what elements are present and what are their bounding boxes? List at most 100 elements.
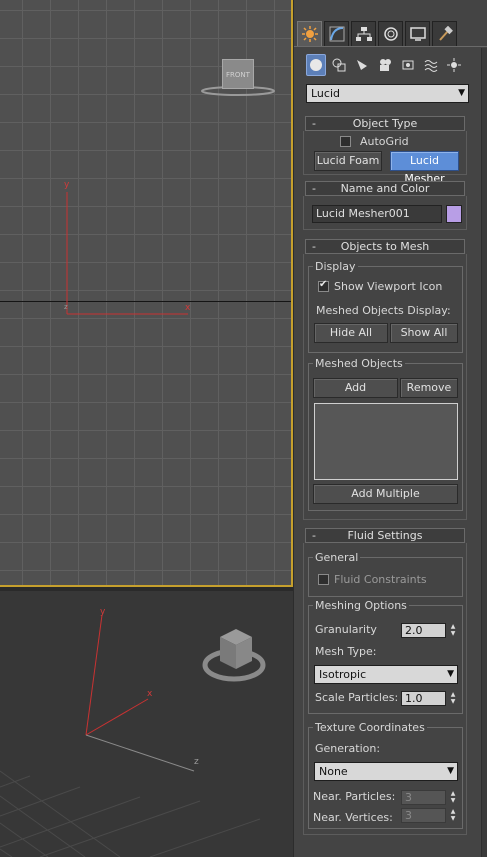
collapse-icon: -: [312, 529, 316, 542]
perspective-viewport[interactable]: y x z: [0, 591, 293, 857]
viewcube-ring-icon: [202, 629, 266, 682]
mesh-type-label: Mesh Type:: [315, 645, 377, 658]
display-tab[interactable]: [405, 21, 430, 46]
near-vertices-spinner-arrows-icon[interactable]: ▲ ▼: [449, 808, 457, 823]
front-viewport[interactable]: y x z FRONT: [0, 0, 293, 587]
object-name-field[interactable]: Lucid Mesher001: [312, 205, 442, 223]
meshed-objects-display-label: Meshed Objects Display:: [316, 304, 451, 317]
texture-coordinates-group-title: Texture Coordinates: [313, 721, 427, 734]
lucid-foam-button[interactable]: Lucid Foam: [314, 151, 382, 171]
near-vertices-label: Near. Vertices:: [313, 811, 393, 824]
collapse-icon: -: [312, 117, 316, 130]
command-panel: Lucid ▼ - Object Type AutoGrid Lucid Foa…: [293, 0, 487, 857]
utilities-tab[interactable]: [432, 21, 457, 46]
near-vertices-spinner[interactable]: 3: [401, 808, 446, 823]
near-particles-spinner-arrows-icon[interactable]: ▲ ▼: [449, 790, 457, 805]
persp-axis-x-label: x: [147, 689, 153, 699]
tabs-divider: [294, 46, 487, 47]
shapes-icon: [332, 58, 346, 72]
granularity-spinner-arrows-icon[interactable]: ▲ ▼: [449, 623, 457, 638]
mesh-type-select[interactable]: Isotropic ▼: [314, 665, 458, 684]
panel-scrollbar[interactable]: [481, 48, 487, 857]
name-color-title: Name and Color: [340, 182, 430, 195]
viewcube-face[interactable]: FRONT: [222, 59, 254, 89]
space-warps-subtab[interactable]: [421, 54, 441, 76]
near-particles-label: Near. Particles:: [313, 790, 396, 803]
cameras-icon: [380, 59, 391, 71]
fluid-settings-title: Fluid Settings: [347, 529, 423, 542]
viewcube[interactable]: FRONT: [200, 58, 276, 98]
general-group-title: General: [313, 551, 361, 564]
generation-select[interactable]: None ▼: [314, 762, 458, 781]
scale-particles-spinner[interactable]: 1.0: [401, 691, 446, 706]
scale-particles-spinner-arrows-icon[interactable]: ▲ ▼: [449, 691, 457, 706]
create-subtabs: [306, 54, 464, 76]
object-type-rollout-header[interactable]: - Object Type: [305, 116, 465, 131]
lights-subtab[interactable]: [352, 54, 372, 76]
mesh-type-value: Isotropic: [319, 668, 367, 681]
remove-button[interactable]: Remove: [400, 378, 458, 398]
geometry-subtab[interactable]: [306, 54, 326, 76]
fluid-constraints-label: Fluid Constraints: [334, 573, 427, 586]
persp-axis-y-label: y: [100, 607, 106, 617]
add-button[interactable]: Add: [313, 378, 398, 398]
motion-icon: [383, 27, 398, 41]
meshed-objects-list[interactable]: [314, 403, 458, 480]
shapes-subtab[interactable]: [329, 54, 349, 76]
utilities-hammer-icon: [438, 26, 453, 41]
chevron-down-icon: ▼: [458, 88, 465, 98]
modify-curve-icon: [329, 26, 344, 42]
generation-value: None: [319, 765, 348, 778]
hierarchy-icon: [355, 27, 372, 41]
object-color-swatch[interactable]: [446, 205, 462, 223]
granularity-spinner[interactable]: 2.0: [401, 623, 446, 638]
name-color-rollout-header[interactable]: - Name and Color: [305, 181, 465, 196]
helpers-subtab[interactable]: [398, 54, 418, 76]
fluid-constraints-checkbox[interactable]: [318, 574, 329, 585]
category-select-value: Lucid: [311, 87, 340, 100]
hierarchy-tab[interactable]: [351, 21, 376, 46]
geometry-sphere-icon: [310, 59, 322, 71]
create-tab[interactable]: [297, 21, 322, 46]
generation-label: Generation:: [315, 742, 381, 755]
show-all-button[interactable]: Show All: [390, 323, 458, 343]
granularity-label: Granularity: [315, 623, 377, 636]
systems-subtab[interactable]: [444, 54, 464, 76]
collapse-icon: -: [312, 240, 316, 253]
helpers-icon: [402, 60, 414, 70]
scale-particles-label: Scale Particles:: [315, 691, 399, 704]
motion-tab[interactable]: [378, 21, 403, 46]
command-panel-tabs: [297, 21, 457, 47]
space-warps-icon: [424, 60, 438, 72]
autogrid-label: AutoGrid: [360, 135, 409, 148]
objects-to-mesh-rollout-header[interactable]: - Objects to Mesh: [305, 239, 465, 254]
near-particles-spinner[interactable]: 3: [401, 790, 446, 805]
cameras-subtab[interactable]: [375, 54, 395, 76]
collapse-icon: -: [312, 182, 316, 195]
front-axis-x-label: x: [185, 303, 191, 313]
lights-icon: [357, 60, 367, 70]
front-axis-y-label: y: [64, 180, 70, 190]
show-viewport-icon-label: Show Viewport Icon: [334, 280, 443, 293]
perspective-viewcube[interactable]: [202, 625, 266, 687]
meshing-options-group-title: Meshing Options: [313, 599, 409, 612]
chevron-down-icon: ▼: [447, 766, 454, 776]
hide-all-button[interactable]: Hide All: [314, 323, 388, 343]
systems-icon: [447, 58, 461, 72]
category-select[interactable]: Lucid ▼: [306, 84, 469, 103]
fluid-settings-rollout-header[interactable]: - Fluid Settings: [305, 528, 465, 543]
lucid-mesher-button[interactable]: Lucid Mesher: [390, 151, 459, 185]
front-axis-tripod: [66, 192, 188, 315]
create-sun-icon: [301, 26, 318, 42]
add-multiple-button[interactable]: Add Multiple: [313, 484, 458, 504]
meshed-objects-group-title: Meshed Objects: [313, 357, 405, 370]
object-type-title: Object Type: [352, 117, 418, 130]
chevron-down-icon: ▼: [447, 669, 454, 679]
persp-axis-z-label: z: [194, 757, 199, 767]
front-axis-z-label: z: [64, 303, 68, 311]
modify-tab[interactable]: [324, 21, 349, 46]
objects-to-mesh-title: Objects to Mesh: [340, 240, 430, 253]
autogrid-checkbox[interactable]: [340, 136, 351, 147]
display-monitor-icon: [409, 27, 426, 41]
show-viewport-icon-checkbox[interactable]: [318, 279, 329, 292]
